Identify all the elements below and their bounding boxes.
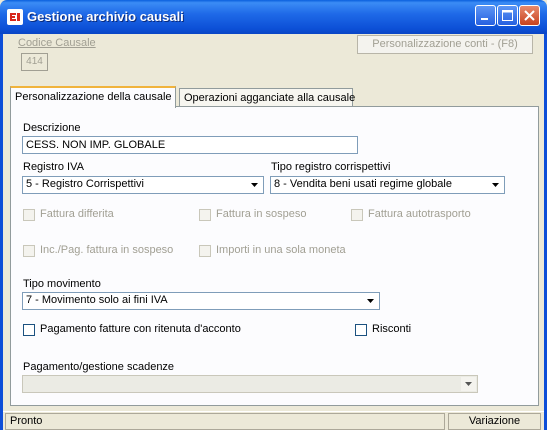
fattura-differita-checkbox[interactable] xyxy=(23,209,35,221)
window-frame-left xyxy=(0,34,3,430)
descrizione-input[interactable]: CESS. NON IMP. GLOBALE xyxy=(22,136,358,154)
pagamento-scadenze-dropdown-button[interactable] xyxy=(461,377,476,391)
tipo-movimento-label: Tipo movimento xyxy=(23,278,101,290)
close-icon xyxy=(524,10,535,21)
tab-operazioni[interactable]: Operazioni agganciate alla causale xyxy=(179,88,355,108)
risconti-label: Risconti xyxy=(372,323,412,335)
maximize-button[interactable] xyxy=(497,5,518,26)
status-text: Pronto xyxy=(5,413,445,430)
pagamento-scadenze-label: Pagamento/gestione scadenze xyxy=(23,361,175,373)
tipo-registro-label: Tipo registro corrispettivi xyxy=(271,161,391,173)
fattura-sospeso-checkbox[interactable] xyxy=(199,209,211,221)
tipo-movimento-select[interactable]: 7 - Movimento solo ai fini IVA xyxy=(22,292,380,310)
title-bar[interactable]: Gestione archivio causali xyxy=(0,0,547,34)
inc-pag-sospeso-label: Inc./Pag. fattura in sospeso xyxy=(40,244,174,256)
tipo-registro-select[interactable]: 8 - Vendita beni usati regime globale xyxy=(270,176,505,194)
chevron-down-icon xyxy=(465,382,472,386)
descrizione-label: Descrizione xyxy=(23,122,81,134)
registro-iva-select[interactable]: 5 - Registro Corrispettivi xyxy=(22,176,264,194)
importi-moneta-label: Importi in una sola moneta xyxy=(216,244,346,256)
registro-iva-value: 5 - Registro Corrispettivi xyxy=(26,178,144,190)
pagamento-ritenuta-label: Pagamento fatture con ritenuta d'acconto xyxy=(40,323,241,335)
tab-personalizzazione[interactable]: Personalizzazione della causale xyxy=(10,86,176,108)
maximize-icon xyxy=(502,10,513,21)
pagamento-ritenuta-checkbox[interactable] xyxy=(23,324,35,336)
close-button[interactable] xyxy=(519,5,540,26)
importi-moneta-checkbox[interactable] xyxy=(199,245,211,257)
codice-causale-field[interactable]: 414 xyxy=(21,53,48,71)
codice-causale-label: Codice Causale xyxy=(18,37,96,49)
tipo-movimento-value: 7 - Movimento solo ai fini IVA xyxy=(26,294,168,306)
minimize-button[interactable] xyxy=(475,5,496,26)
window-title: Gestione archivio causali xyxy=(27,9,184,24)
tipo-registro-value: 8 - Vendita beni usati regime globale xyxy=(274,178,452,190)
inc-pag-sospeso-checkbox[interactable] xyxy=(23,245,35,257)
tipo-registro-dropdown-button[interactable] xyxy=(488,178,503,192)
fattura-autotrasporto-checkbox[interactable] xyxy=(351,209,363,221)
pagamento-scadenze-select[interactable] xyxy=(22,375,478,393)
risconti-checkbox[interactable] xyxy=(355,324,367,336)
tipo-movimento-dropdown-button[interactable] xyxy=(363,294,378,308)
chevron-down-icon xyxy=(492,183,499,187)
status-bar: Pronto Variazione xyxy=(3,411,544,430)
personalizzazione-conti-button[interactable]: Personalizzazione conti - (F8) xyxy=(357,35,533,54)
fattura-autotrasporto-label: Fattura autotrasporto xyxy=(368,208,471,220)
registro-iva-label: Registro IVA xyxy=(23,161,84,173)
fattura-sospeso-label: Fattura in sospeso xyxy=(216,208,307,220)
fattura-differita-label: Fattura differita xyxy=(40,208,114,220)
registro-iva-dropdown-button[interactable] xyxy=(247,178,262,192)
status-mode: Variazione xyxy=(448,413,541,430)
minimize-icon xyxy=(481,18,488,20)
chevron-down-icon xyxy=(367,299,374,303)
chevron-down-icon xyxy=(251,183,258,187)
app-icon xyxy=(7,9,23,25)
